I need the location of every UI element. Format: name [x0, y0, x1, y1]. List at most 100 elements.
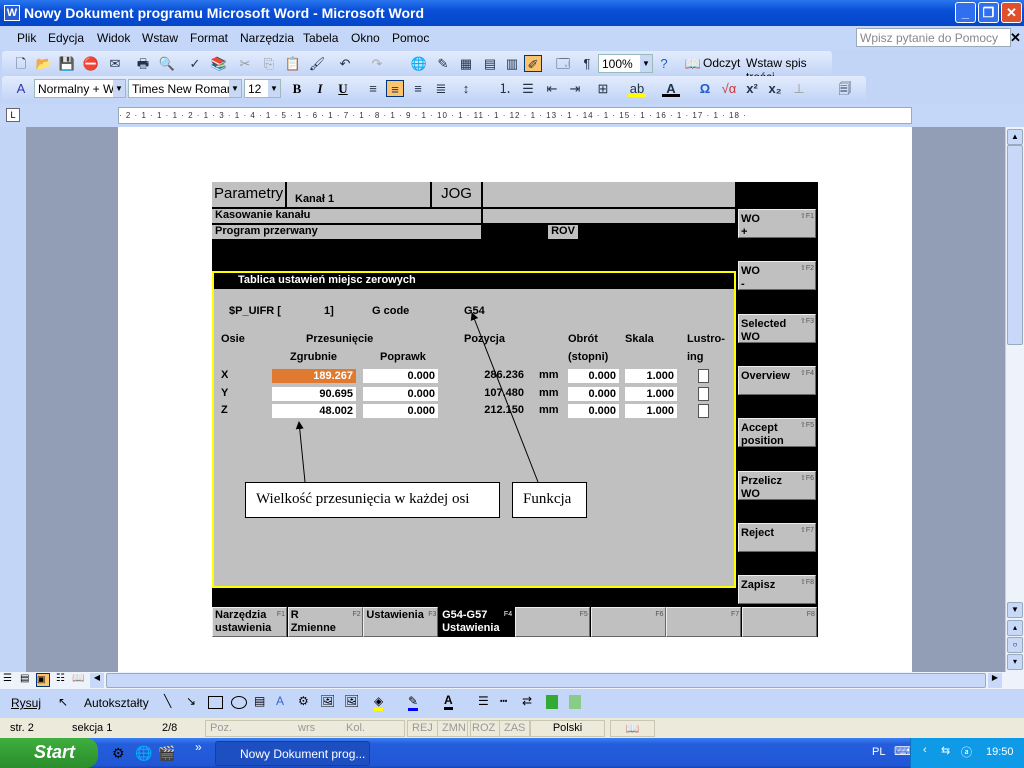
menu-plik[interactable]: Plik [17, 31, 36, 45]
arrow-style-icon[interactable]: ⇄ [522, 694, 532, 708]
justify-icon[interactable]: ≣ [432, 80, 450, 97]
symbol-omega-icon[interactable]: Ω [696, 80, 714, 97]
status-trk[interactable]: ZMN [437, 720, 471, 737]
insert-table-icon[interactable]: ▦ [457, 55, 475, 72]
close-button[interactable]: ✕ [1001, 2, 1022, 23]
format-painter-icon[interactable]: 🖌 [308, 55, 326, 72]
line-color-icon[interactable]: ✎ [408, 694, 419, 711]
save-icon[interactable]: 💾 [58, 55, 76, 72]
font-size-select[interactable]: 12 ▼ [244, 79, 281, 98]
diagram-icon[interactable]: ⚙ [298, 694, 309, 708]
tab-stop-icon[interactable]: ⊥ [790, 80, 808, 97]
quicklaunch-media-icon[interactable]: 🎬 [158, 745, 175, 762]
wordart-icon[interactable]: A [276, 694, 284, 708]
maximize-button[interactable]: ❐ [978, 2, 999, 23]
copy-icon[interactable]: ⎘ [260, 55, 278, 72]
subscript-icon[interactable]: x₂ [766, 80, 784, 97]
normal-view-icon[interactable]: ☰ [3, 673, 12, 684]
hyperlink-icon[interactable]: 🌐 [410, 55, 428, 72]
research-icon[interactable]: 📚 [210, 55, 228, 72]
arrow-icon[interactable]: ↘ [186, 694, 196, 708]
minimize-button[interactable]: _ [955, 2, 976, 23]
tables-borders-icon[interactable]: ✎ [434, 55, 452, 72]
align-left-icon[interactable]: ≡ [364, 80, 382, 97]
tab-selector[interactable]: L [6, 108, 20, 122]
style-select[interactable]: Normalny + Wy ▼ [34, 79, 126, 98]
menu-pomoc[interactable]: Pomoc [392, 31, 429, 45]
spelling-status-icon[interactable]: 📖 [610, 720, 655, 737]
email-icon[interactable]: ✉ [106, 55, 124, 72]
font-select[interactable]: Times New Roman ▼ [128, 79, 242, 98]
styles-icon[interactable]: A [12, 80, 30, 97]
status-rec[interactable]: REJ [407, 720, 438, 737]
highlight-icon[interactable]: ab [628, 80, 646, 97]
quicklaunch-ie-icon[interactable]: 🌐 [135, 745, 152, 762]
spelling-icon[interactable]: ✓ [186, 55, 204, 72]
menu-okno[interactable]: Okno [351, 31, 380, 45]
align-right-icon[interactable]: ≡ [409, 80, 427, 97]
select-objects-icon[interactable]: ↖ [58, 695, 68, 709]
vertical-scrollbar[interactable]: ▲ ▼ ▴ ○ ▾ [1005, 127, 1024, 672]
print-preview-icon[interactable]: 🔍 [158, 55, 176, 72]
font-color-icon[interactable]: A [662, 80, 680, 97]
menu-wstaw[interactable]: Wstaw [142, 31, 178, 45]
quicklaunch-icon[interactable]: ⚙ [112, 745, 125, 762]
horizontal-ruler[interactable]: · 2 · 1 · 1 · 1 · 2 · 1 · 3 · 1 · 4 · 1 … [118, 107, 912, 124]
scroll-down-icon[interactable]: ▼ [1007, 602, 1023, 618]
status-ovr[interactable]: ZAS [499, 720, 531, 737]
line-spacing-icon[interactable]: ↕ [457, 80, 475, 97]
prev-page-icon[interactable]: ▴ [1007, 620, 1023, 636]
3d-icon[interactable] [569, 695, 581, 709]
tray-app-icon[interactable]: ⓐ [961, 744, 972, 760]
drawing-toggle-icon[interactable]: ✐ [524, 55, 542, 72]
status-language[interactable]: Polski [530, 720, 605, 737]
new-icon[interactable]: 🗋 [12, 55, 30, 72]
decrease-indent-icon[interactable]: ⇤ [543, 80, 561, 97]
menu-tabela[interactable]: Tabela [303, 31, 338, 45]
next-page-icon[interactable]: ▾ [1007, 654, 1023, 670]
help-search-input[interactable]: Wpisz pytanie do Pomocy [856, 28, 1011, 47]
horizontal-scrollbar[interactable]: ☰ ▤ ▣ ☷ 📖 ◀ ▶ [0, 672, 1024, 689]
taskbar-word-item[interactable]: Nowy Dokument prog... [215, 741, 370, 766]
bold-button[interactable]: B [288, 80, 306, 97]
reading-view-icon[interactable]: 📖 [72, 673, 84, 684]
document-map-icon[interactable]: 🗔 [554, 55, 572, 72]
draw-menu-button[interactable]: Rysuj [11, 696, 41, 710]
permission-icon[interactable]: ⛔ [82, 55, 100, 72]
autoshapes-menu-button[interactable]: Autokształty [84, 696, 149, 710]
scroll-thumb[interactable] [1007, 145, 1023, 345]
increase-indent-icon[interactable]: ⇥ [566, 80, 584, 97]
open-icon[interactable]: 📂 [35, 55, 53, 72]
undo-icon[interactable]: ↶ [336, 55, 354, 72]
font-color-draw-icon[interactable]: A [444, 693, 453, 710]
align-center-icon[interactable]: ≡ [386, 80, 404, 97]
print-layout-icon[interactable]: ▣ [36, 673, 50, 687]
task-pane-icon[interactable]: 🗐 [836, 80, 854, 97]
web-view-icon[interactable]: ▤ [20, 673, 29, 684]
browse-object-icon[interactable]: ○ [1007, 637, 1023, 653]
shadow-icon[interactable] [546, 695, 558, 709]
tray-expand-icon[interactable]: ‹ [923, 744, 927, 756]
equation-icon[interactable]: √α [720, 80, 738, 97]
borders-icon[interactable]: ⊞ [594, 80, 612, 97]
cut-icon[interactable]: ✂ [236, 55, 254, 72]
language-indicator[interactable]: PL [872, 746, 885, 758]
oval-icon[interactable] [231, 696, 247, 709]
menu-widok[interactable]: Widok [97, 31, 130, 45]
start-button[interactable]: Start [0, 738, 98, 768]
outline-view-icon[interactable]: ☷ [56, 673, 65, 684]
print-icon[interactable]: 🖶 [134, 55, 152, 72]
quicklaunch-more-icon[interactable]: » [195, 740, 202, 754]
italic-button[interactable]: I [311, 80, 329, 97]
rectangle-icon[interactable] [208, 696, 223, 709]
keyboard-icon[interactable]: ⌨ [894, 744, 911, 758]
paste-icon[interactable]: 📋 [284, 55, 302, 72]
dash-style-icon[interactable]: ┅ [500, 694, 507, 708]
close-document-icon[interactable]: ✕ [1010, 30, 1021, 46]
scroll-left-icon[interactable]: ◀ [90, 673, 104, 688]
zoom-select[interactable]: 100% ▼ [598, 54, 653, 73]
reading-button[interactable]: Odczyt [703, 56, 740, 70]
show-hide-icon[interactable]: ¶ [578, 55, 596, 72]
line-style-icon[interactable]: ☰ [478, 694, 489, 708]
status-ext[interactable]: ROZ [467, 720, 501, 737]
